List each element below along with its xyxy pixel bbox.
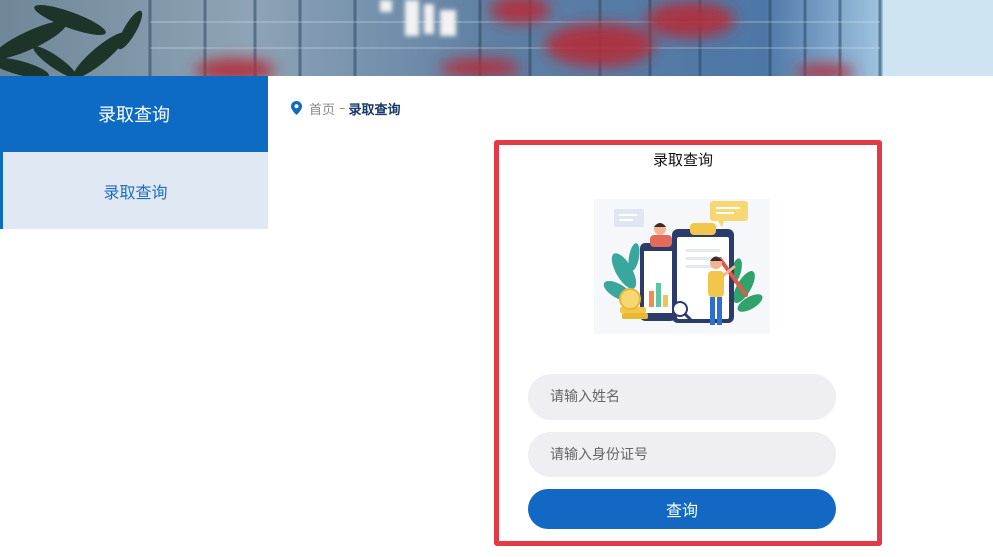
header-banner bbox=[0, 0, 993, 76]
sky bbox=[883, 0, 993, 76]
sidebar-header-title: 录取查询 bbox=[98, 105, 170, 126]
sidebar-item-label: 录取查询 bbox=[103, 182, 168, 202]
id-number-input[interactable] bbox=[528, 432, 836, 477]
data-report-illustration bbox=[594, 199, 770, 334]
sidebar-item-admission-query[interactable]: 录取查询 bbox=[0, 152, 268, 229]
location-pin-icon bbox=[291, 101, 302, 115]
sidebar-header: 录取查询 bbox=[0, 76, 268, 152]
admission-query-page: 录取查询 录取查询 首页 – 录取查询 录取查询 请输入姓名 请输入身份证号 查… bbox=[0, 0, 993, 557]
query-form-title: 录取查询 bbox=[652, 151, 713, 169]
breadcrumb: 首页 – 录取查询 bbox=[291, 99, 401, 118]
query-form-panel: 录取查询 请输入姓名 请输入身份证号 查询 bbox=[494, 140, 882, 546]
breadcrumb-separator: – bbox=[339, 100, 346, 116]
speech-bubble-left bbox=[614, 209, 644, 227]
breadcrumb-current: 录取查询 bbox=[348, 102, 401, 118]
query-submit-button[interactable]: 查询 bbox=[528, 489, 836, 529]
breadcrumb-home-link[interactable]: 首页 bbox=[309, 99, 335, 118]
name-input[interactable] bbox=[528, 374, 836, 420]
